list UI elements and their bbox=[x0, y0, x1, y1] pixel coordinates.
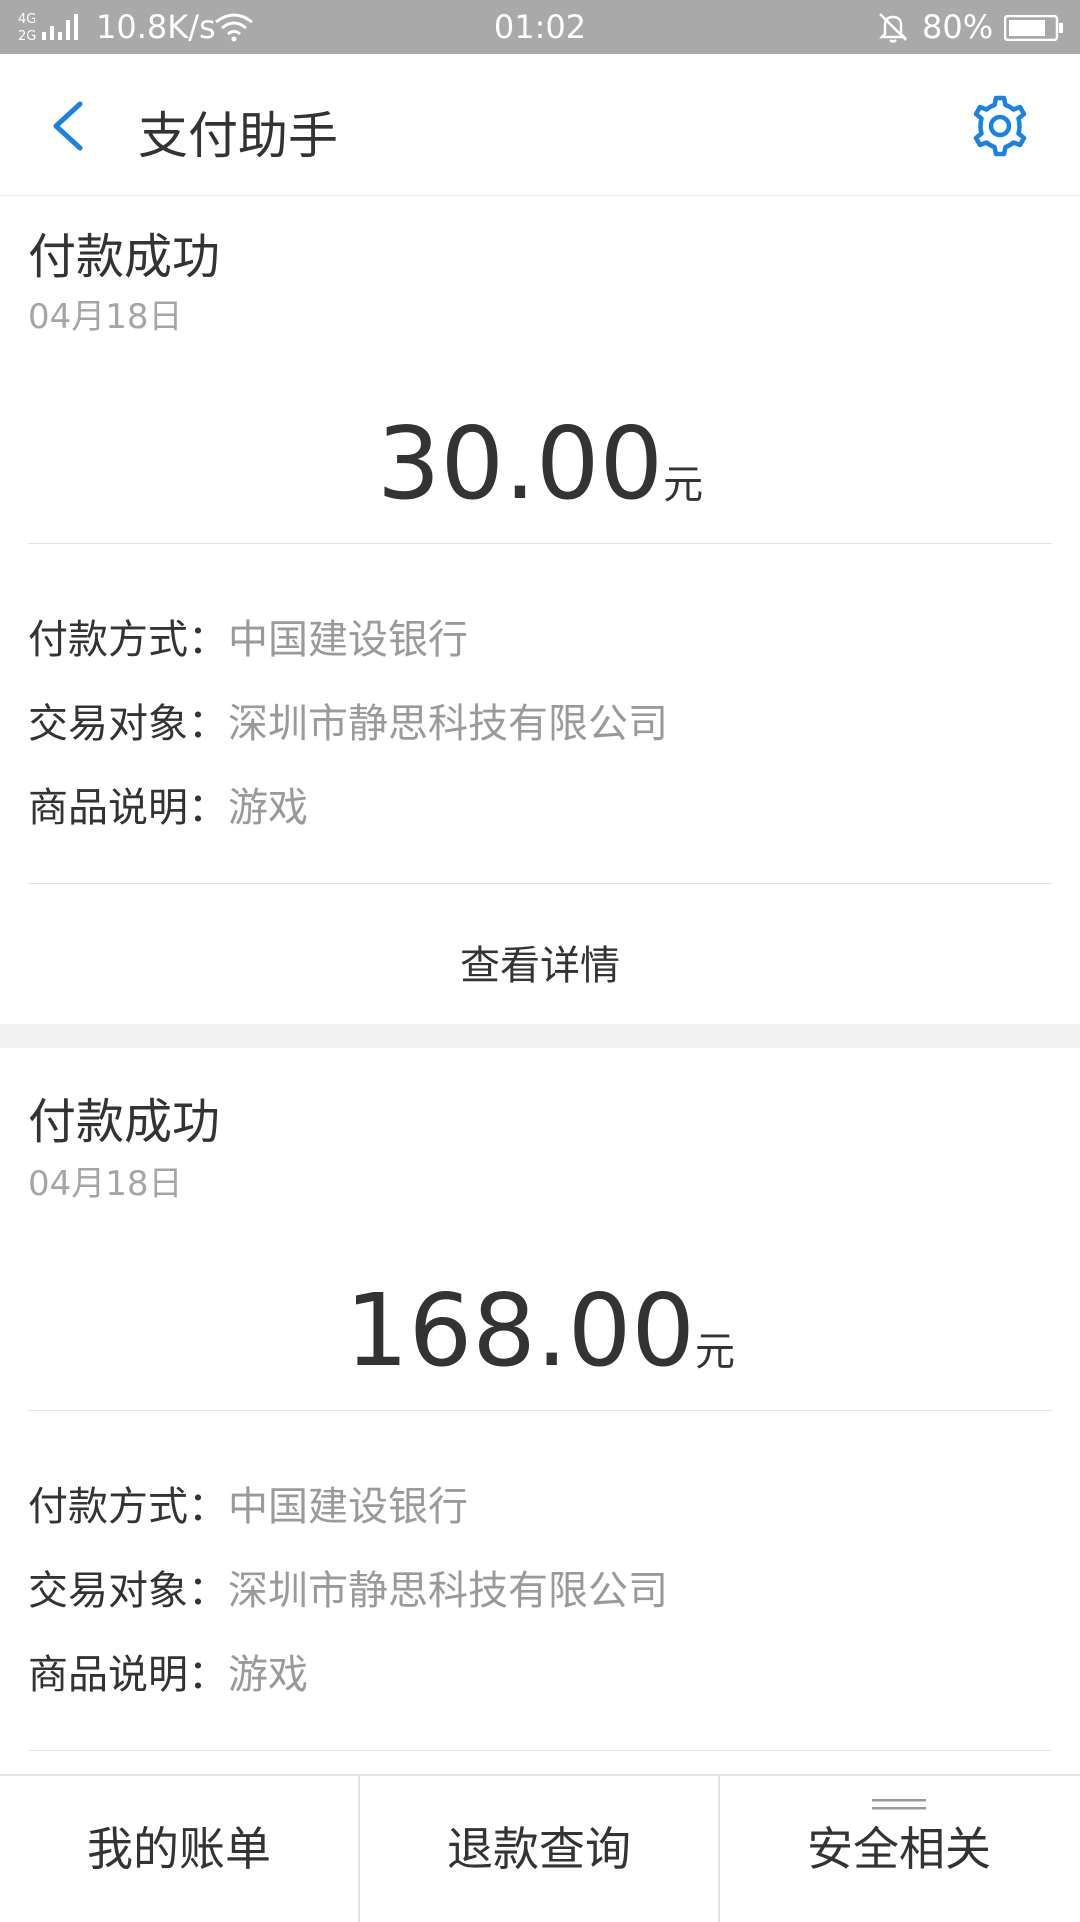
payment-method-value: 中国建设银行 bbox=[228, 1484, 468, 1530]
payment-card: 付款成功 04月18日 30.00元 付款方式：中国建设银行 交易对象：深圳市静… bbox=[0, 197, 1080, 1024]
merchant-label: 交易对象： bbox=[28, 1568, 228, 1614]
product-label: 商品说明： bbox=[28, 785, 228, 831]
divider bbox=[28, 883, 1052, 884]
submenu-indicator-icon bbox=[872, 1799, 926, 1810]
tab-my-bills[interactable]: 我的账单 bbox=[0, 1776, 358, 1922]
page-title: 支付助手 bbox=[138, 107, 338, 165]
merchant-value: 深圳市静思科技有限公司 bbox=[228, 701, 668, 747]
merchant-label: 交易对象： bbox=[28, 701, 228, 747]
payment-status: 付款成功 bbox=[28, 1094, 221, 1150]
amount-display: 168.00元 bbox=[0, 1272, 1080, 1389]
tab-refund-query[interactable]: 退款查询 bbox=[360, 1776, 718, 1922]
app-bar: 支付助手 bbox=[0, 54, 1080, 196]
merchant-row: 交易对象：深圳市静思科技有限公司 bbox=[28, 691, 668, 749]
payment-method-row: 付款方式：中国建设银行 bbox=[28, 1474, 468, 1532]
card-separator bbox=[0, 1024, 1080, 1048]
bell-muted-icon bbox=[878, 13, 908, 43]
battery-icon bbox=[1004, 15, 1063, 41]
product-row: 商品说明：游戏 bbox=[28, 1642, 308, 1700]
back-arrow-icon[interactable] bbox=[46, 98, 96, 154]
payment-amount: 30.00 bbox=[376, 405, 664, 522]
payment-amount: 168.00 bbox=[345, 1272, 695, 1389]
battery-percent: 80% bbox=[922, 8, 994, 46]
divider bbox=[28, 543, 1052, 544]
divider bbox=[28, 1410, 1052, 1411]
currency-unit: 元 bbox=[663, 462, 704, 508]
product-label: 商品说明： bbox=[28, 1652, 228, 1698]
payment-method-label: 付款方式： bbox=[28, 1484, 228, 1530]
payment-method-row: 付款方式：中国建设银行 bbox=[28, 607, 468, 665]
product-row: 商品说明：游戏 bbox=[28, 775, 308, 833]
gear-icon[interactable] bbox=[968, 94, 1032, 158]
payment-date: 04月18日 bbox=[28, 1164, 183, 1204]
amount-display: 30.00元 bbox=[0, 405, 1080, 522]
payment-card: 付款成功 04月18日 168.00元 付款方式：中国建设银行 交易对象：深圳市… bbox=[0, 1048, 1080, 1774]
divider bbox=[28, 1750, 1052, 1751]
merchant-row: 交易对象：深圳市静思科技有限公司 bbox=[28, 1558, 668, 1616]
payment-date: 04月18日 bbox=[28, 297, 183, 337]
product-value: 游戏 bbox=[228, 785, 308, 831]
payment-status: 付款成功 bbox=[28, 229, 221, 285]
payment-method-value: 中国建设银行 bbox=[228, 617, 468, 663]
status-bar: 4G 2G 10.8K/s 01:02 80% bbox=[0, 0, 1080, 54]
payment-method-label: 付款方式： bbox=[28, 617, 228, 663]
merchant-value: 深圳市静思科技有限公司 bbox=[228, 1568, 668, 1614]
bottom-nav: 我的账单 退款查询 安全相关 bbox=[0, 1774, 1080, 1922]
product-value: 游戏 bbox=[228, 1652, 308, 1698]
view-details-button[interactable]: 查看详情 bbox=[0, 933, 1080, 991]
clock: 01:02 bbox=[493, 8, 587, 46]
currency-unit: 元 bbox=[694, 1329, 735, 1375]
